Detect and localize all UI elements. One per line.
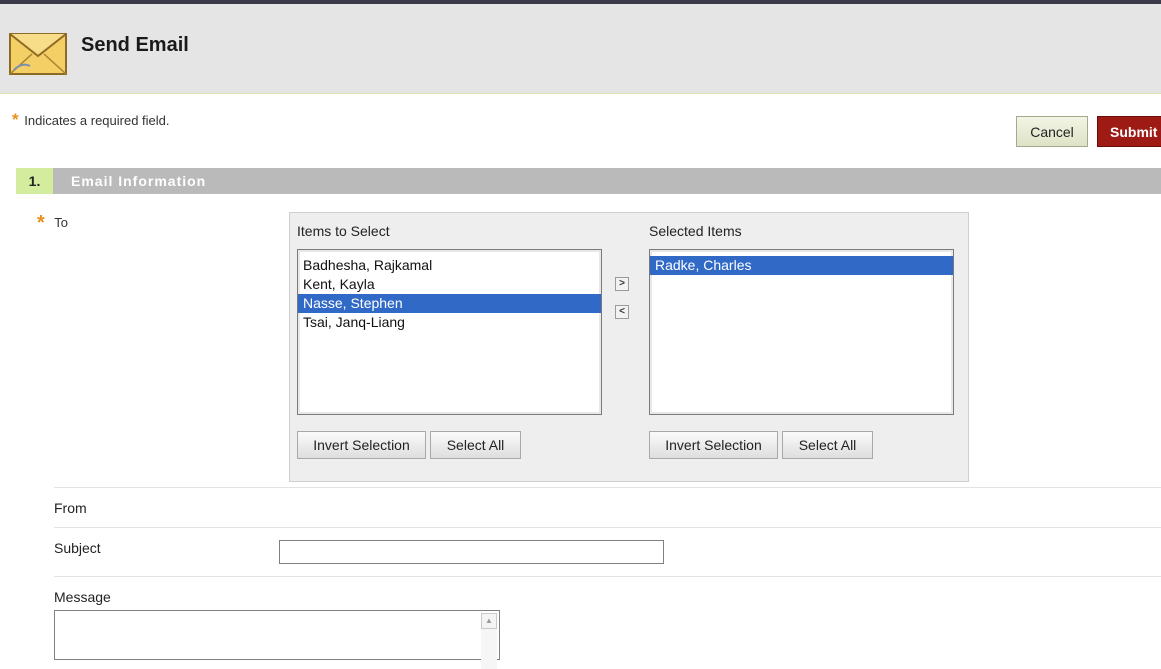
move-left-icon[interactable]: <	[615, 305, 629, 319]
required-star-icon: *	[12, 110, 19, 129]
envelope-icon	[9, 33, 67, 75]
select-all-button[interactable]: Select All	[430, 431, 521, 459]
recipient-picker: Items to Select Badhesha, Rajkamal Kent,…	[289, 212, 969, 482]
selected-items-options: Radke, Charles	[650, 250, 953, 275]
list-item[interactable]: Badhesha, Rajkamal	[298, 256, 601, 275]
to-label-text: To	[54, 215, 68, 230]
invert-selection-button[interactable]: Invert Selection	[649, 431, 778, 459]
required-note-text: Indicates a required field.	[24, 113, 170, 128]
select-all-button[interactable]: Select All	[782, 431, 873, 459]
required-field-note: * Indicates a required field.	[12, 110, 170, 130]
required-star-icon: *	[37, 212, 45, 234]
submit-button[interactable]: Submit	[1097, 116, 1161, 147]
selected-items-label: Selected Items	[649, 223, 742, 239]
section-number: 1.	[16, 168, 53, 194]
list-item[interactable]: Kent, Kayla	[298, 275, 601, 294]
move-right-icon[interactable]: >	[615, 277, 629, 291]
subject-input[interactable]	[279, 540, 664, 564]
divider	[54, 576, 1161, 577]
message-label: Message	[54, 589, 111, 605]
invert-selection-button[interactable]: Invert Selection	[297, 431, 426, 459]
items-to-select-list[interactable]: Badhesha, Rajkamal Kent, Kayla Nasse, St…	[297, 249, 602, 415]
message-textarea[interactable]: ▲	[54, 610, 500, 669]
to-label: * To	[37, 212, 68, 235]
list-item[interactable]: Tsai, Janq-Liang	[298, 313, 601, 332]
list-item[interactable]: Nasse, Stephen	[298, 294, 601, 313]
section-title: Email Information	[71, 173, 207, 189]
selected-items-list[interactable]: Radke, Charles	[649, 249, 954, 415]
items-to-select-options: Badhesha, Rajkamal Kent, Kayla Nasse, St…	[298, 250, 601, 332]
divider	[54, 527, 1161, 528]
list-item[interactable]: Radke, Charles	[650, 256, 953, 275]
from-label: From	[54, 500, 87, 516]
scroll-up-icon[interactable]: ▲	[481, 613, 497, 629]
subject-label: Subject	[54, 540, 101, 556]
items-to-select-label: Items to Select	[297, 223, 390, 239]
section-header: 1. Email Information	[16, 168, 1161, 194]
divider	[54, 487, 1161, 488]
page-header: Send Email	[0, 4, 1161, 94]
scrollbar-track[interactable]	[481, 629, 497, 669]
page-title: Send Email	[81, 34, 189, 56]
cancel-button[interactable]: Cancel	[1016, 116, 1088, 147]
